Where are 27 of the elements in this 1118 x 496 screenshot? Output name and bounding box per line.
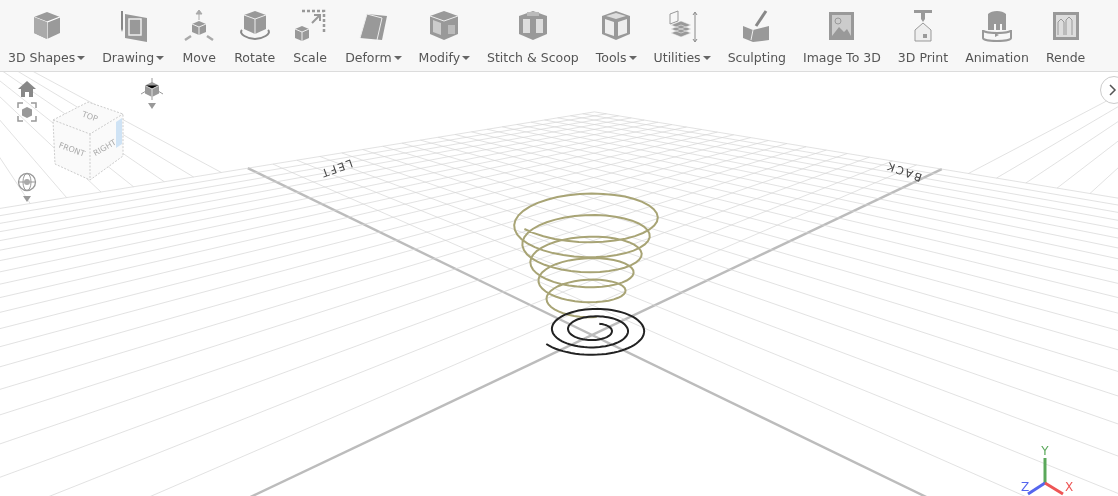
fit-view-icon[interactable] [17,102,37,122]
axis-label: Z [1020,480,1030,494]
caret-icon[interactable] [148,103,156,109]
home-icon[interactable] [17,80,37,98]
toolbar-button[interactable]: Utilities [649,0,715,65]
globe-icon[interactable] [17,172,37,192]
toolbar-button[interactable]: Sculpting [723,0,790,65]
axis-label: X [1064,480,1074,494]
toolbar-button[interactable]: Deform [341,0,406,65]
toolbar-button[interactable]: Move [177,0,222,65]
toolbar-button[interactable]: Tools [591,0,641,65]
toolbar-button[interactable]: 3D Shapes [4,0,90,65]
toolbar-button[interactable]: Rende [1041,0,1090,65]
chevron-right-icon [1109,84,1117,96]
toolbar-button[interactable]: Animation [961,0,1033,65]
perspective-cube-icon[interactable] [140,78,164,100]
cube-face-label: TOP [80,109,99,124]
toolbar-button[interactable]: Scale [288,0,333,65]
caret-icon[interactable] [23,196,31,202]
toolbar-button[interactable]: Stitch & Scoop [483,0,583,65]
toolbar-button[interactable]: Rotate [230,0,280,65]
axes-gizmo-drawing [1027,458,1064,496]
toolbar-button[interactable]: 3D Print [893,0,953,65]
toolbar-button[interactable]: Image To 3D [799,0,885,65]
toolbar-button[interactable]: Modify [414,0,475,65]
toolbar-button[interactable]: Drawing [98,0,169,65]
axis-label: Y [1041,444,1049,458]
